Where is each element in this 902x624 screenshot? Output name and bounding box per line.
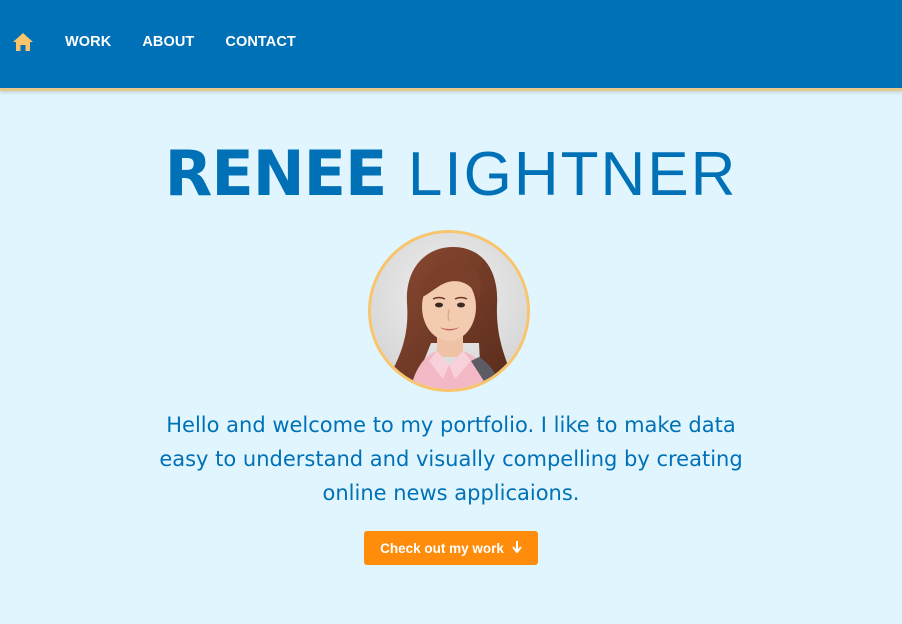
- last-name: LIGHTNER: [407, 140, 738, 209]
- check-out-work-button[interactable]: Check out my work: [364, 531, 538, 565]
- arrow-down-icon: [512, 540, 522, 556]
- welcome-text: Hello and welcome to my portfolio. I lik…: [159, 413, 743, 505]
- nav-link-work[interactable]: WORK: [65, 34, 111, 50]
- avatar: [368, 230, 530, 392]
- nav-link-contact[interactable]: CONTACT: [225, 34, 296, 50]
- top-navbar: WORK ABOUT CONTACT: [0, 0, 902, 91]
- nav-link-about[interactable]: ABOUT: [142, 34, 194, 50]
- home-icon[interactable]: [12, 32, 34, 52]
- profile-photo: [371, 233, 527, 389]
- page-title: RENEE LIGHTNER: [0, 136, 902, 213]
- cta-label: Check out my work: [380, 540, 504, 556]
- nav-links: WORK ABOUT CONTACT: [65, 34, 327, 50]
- first-name: RENEE: [164, 137, 388, 210]
